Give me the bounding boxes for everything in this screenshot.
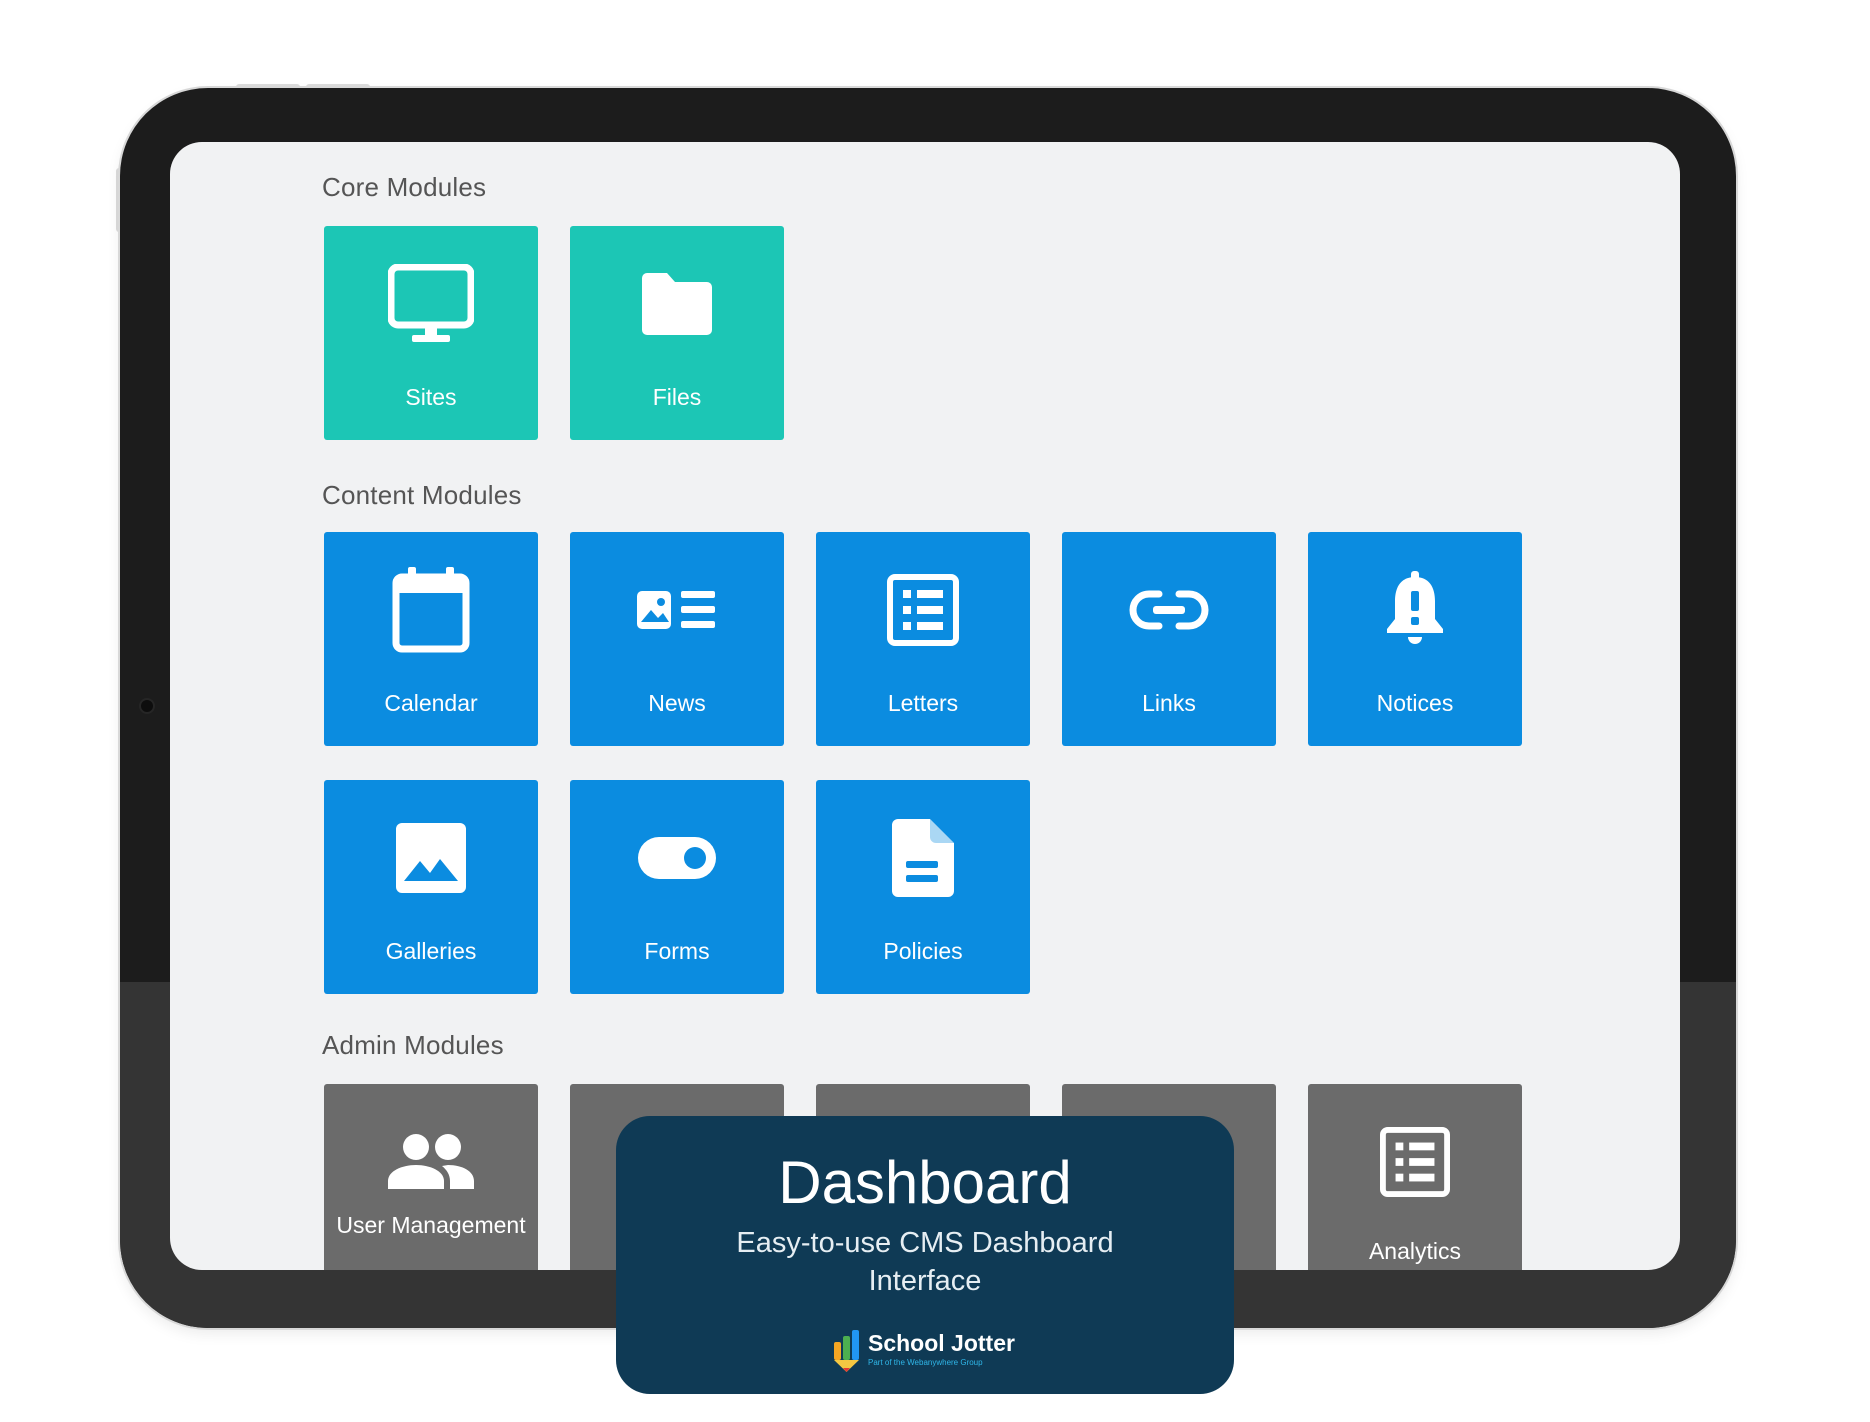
brand-tagline: Part of the Webanywhere Group [868,1358,983,1367]
list-document-icon [1308,1114,1522,1210]
tile-label: Links [1142,690,1196,716]
tile-label: Forms [644,938,710,964]
tile-label: User Management [336,1212,526,1238]
promo-banner: Dashboard Easy-to-use CMS Dashboard Inte… [616,1116,1234,1394]
banner-title: Dashboard [778,1149,1072,1216]
users-icon [324,1114,538,1210]
list-document-icon [816,562,1030,658]
news-icon [570,562,784,658]
banner-subtitle: Easy-to-use CMS Dashboard Interface [736,1227,1114,1297]
tile-label: Letters [887,690,959,716]
monitor-icon [324,256,538,352]
tile-links[interactable]: Links [1062,532,1276,746]
tile-label: Files [652,384,702,410]
tile-label: Notices [1376,690,1454,716]
calendar-icon [324,562,538,658]
section-title-content: Content Modules [322,480,522,510]
tile-label: Calendar [384,690,478,716]
document-icon [816,810,1030,906]
tile-letters[interactable]: Letters [816,532,1030,746]
tile-calendar[interactable]: Calendar [324,532,538,746]
tile-files[interactable]: Files [570,226,784,440]
brand-logo: School Jotter Part of the Webanywhere Gr… [832,1328,1032,1374]
tile-label: News [648,690,706,716]
dashboard-screen: Core Modules Sites Files Content Modules [170,142,1680,1270]
tile-galleries[interactable]: Galleries [324,780,538,994]
tile-label: Analytics [1368,1238,1462,1264]
tile-user-management[interactable]: User Management [324,1084,538,1270]
bell-alert-icon [1308,562,1522,658]
tile-analytics[interactable]: Analytics [1308,1084,1522,1270]
image-icon [324,810,538,906]
stage: Core Modules Sites Files Content Modules [0,0,1870,1422]
tile-forms[interactable]: Forms [570,780,784,994]
folder-icon [570,256,784,352]
tile-news[interactable]: News [570,532,784,746]
camera [139,698,155,714]
toggle-icon [570,810,784,906]
section-title-admin: Admin Modules [322,1030,504,1060]
tile-label: Policies [883,938,963,964]
tile-notices[interactable]: Notices [1308,532,1522,746]
tile-sites[interactable]: Sites [324,226,538,440]
pencil-logo-icon [834,1330,859,1372]
brand-name: School Jotter [868,1330,1015,1356]
link-icon [1062,562,1276,658]
section-title-core: Core Modules [322,172,487,202]
tile-policies[interactable]: Policies [816,780,1030,994]
tile-label: Sites [405,384,457,410]
tile-label: Galleries [385,938,477,964]
